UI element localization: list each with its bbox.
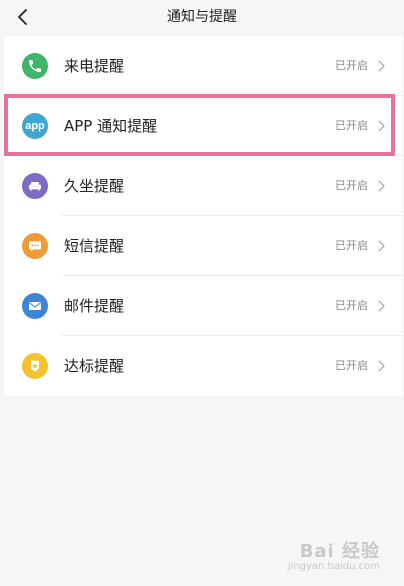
chevron-right-icon xyxy=(378,360,385,372)
app-icon-text: app xyxy=(25,120,45,132)
row-status: 已开启 xyxy=(335,359,368,372)
row-status: 已开启 xyxy=(335,59,368,72)
row-status: 已开启 xyxy=(335,119,368,132)
app-notification-row[interactable]: app APP 通知提醒 已开启 xyxy=(4,96,402,156)
call-reminder-row[interactable]: 来电提醒 已开启 xyxy=(4,36,402,96)
row-status: 已开启 xyxy=(335,179,368,192)
chevron-right-icon xyxy=(378,300,385,312)
chevron-right-icon xyxy=(378,240,385,252)
row-status: 已开启 xyxy=(335,299,368,312)
chevron-right-icon xyxy=(378,120,385,132)
baidu-jingyan-watermark: Bai 经验 jingyan.baidu.com xyxy=(288,537,380,572)
badge-icon xyxy=(22,353,48,379)
top-navigation-bar: 通知与提醒 xyxy=(0,0,404,34)
chevron-right-icon xyxy=(378,60,385,72)
mail-reminder-row[interactable]: 邮件提醒 已开启 xyxy=(4,276,402,336)
app-screen: 通知与提醒 来电提醒 已开启 app APP 通知提醒 已开启 久坐提醒 已开启… xyxy=(0,0,404,586)
sofa-icon xyxy=(22,173,48,199)
sms-reminder-row[interactable]: 短信提醒 已开启 xyxy=(4,216,402,276)
chevron-right-icon xyxy=(378,180,385,192)
app-icon: app xyxy=(22,113,48,139)
mail-icon xyxy=(22,293,48,319)
watermark-sub: jingyan.baidu.com xyxy=(287,561,380,572)
row-label: 久坐提醒 xyxy=(64,177,125,195)
sedentary-reminder-row[interactable]: 久坐提醒 已开启 xyxy=(4,156,402,216)
row-label: APP 通知提醒 xyxy=(64,117,158,135)
message-icon xyxy=(22,233,48,259)
row-status: 已开启 xyxy=(335,239,368,252)
page-title: 通知与提醒 xyxy=(167,9,237,25)
phone-icon xyxy=(22,53,48,79)
row-label: 短信提醒 xyxy=(64,237,125,255)
row-label: 来电提醒 xyxy=(64,57,125,75)
row-label: 达标提醒 xyxy=(64,357,125,375)
watermark-text: Bai 经验 xyxy=(299,541,380,562)
goal-reminder-row[interactable]: 达标提醒 已开启 xyxy=(4,336,402,396)
reminder-settings-list: 来电提醒 已开启 app APP 通知提醒 已开启 久坐提醒 已开启 短信提醒 … xyxy=(4,36,402,396)
row-label: 邮件提醒 xyxy=(64,297,125,315)
